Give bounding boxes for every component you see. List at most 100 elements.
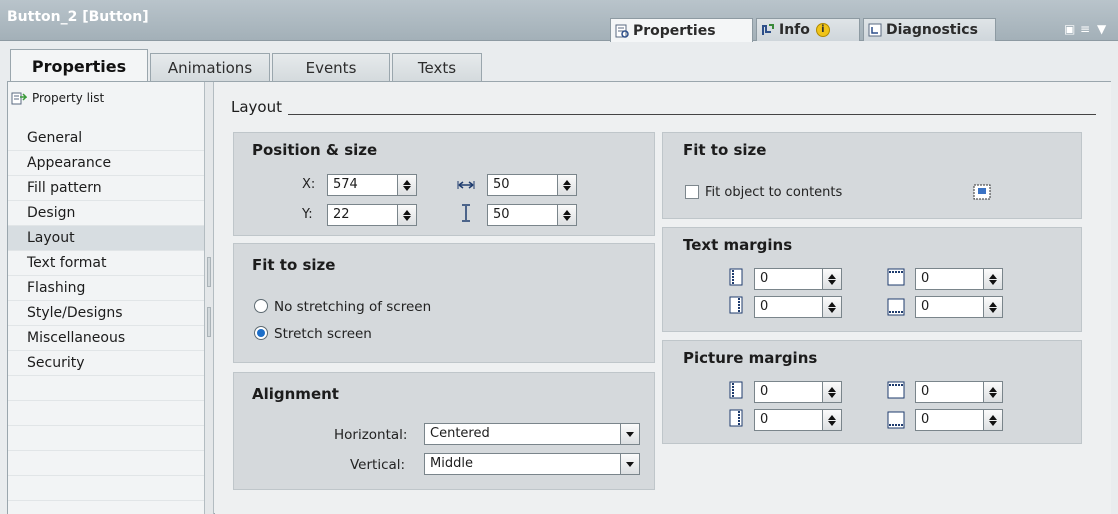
margin-left-icon [729,381,743,399]
alignment-group: Alignment Horizontal: Centered Vertical:… [233,372,655,490]
nav-item-text-format[interactable]: Text format [8,251,204,276]
margin-top-icon [887,381,905,399]
vertical-value: Middle [430,456,473,471]
picture-margin-top-value: 0 [921,384,930,399]
info-badge-icon: i [815,23,830,37]
menu-icon[interactable]: ≡ [1080,22,1090,36]
tab-info[interactable]: Info i [756,18,860,41]
stretch-screen-radio[interactable] [254,326,268,340]
text-margin-bottom-stepper[interactable] [983,297,1002,317]
margin-left-icon [729,268,743,286]
nav-item-empty [8,426,204,451]
property-list-header[interactable]: Property list [11,91,104,105]
collapse-left-icon[interactable] [207,257,211,287]
nav-item-general[interactable]: General [8,126,204,151]
width-stepper[interactable] [557,175,576,195]
fit-to-contents-icon[interactable] [973,184,991,202]
height-input[interactable]: 50 [487,204,577,226]
alignment-title: Alignment [252,385,339,403]
property-list-nav: Property list General Appearance Fill pa… [8,82,204,514]
vertical-select[interactable]: Middle [424,453,640,475]
margin-top-icon [887,268,905,286]
x-stepper[interactable] [397,175,416,195]
tab-properties[interactable]: Properties [610,18,753,42]
fit-screen-title: Fit to size [252,256,336,274]
fit-object-group: Fit to size Fit object to contents [662,132,1082,219]
nav-item-design[interactable]: Design [8,201,204,226]
margin-bottom-icon [887,411,905,429]
nav-item-flashing[interactable]: Flashing [8,276,204,301]
tab-diagnostics[interactable]: Diagnostics [863,18,996,41]
restore-icon[interactable]: ▣ [1064,22,1075,36]
picture-margin-bottom-input[interactable]: 0 [915,409,1003,431]
property-list-label: Property list [32,91,105,105]
stretch-screen-label[interactable]: Stretch screen [274,326,372,342]
position-size-title: Position & size [252,141,378,159]
picture-margin-left-value: 0 [760,384,769,399]
vertical-label: Vertical: [350,457,406,473]
no-stretch-radio[interactable] [254,299,268,313]
nav-item-security[interactable]: Security [8,351,204,376]
picture-margin-left-input[interactable]: 0 [754,381,842,403]
picture-margin-top-stepper[interactable] [983,382,1002,402]
width-value: 50 [493,177,510,192]
diagnostics-icon [868,23,882,37]
width-input[interactable]: 50 [487,174,577,196]
nav-item-fill-pattern[interactable]: Fill pattern [8,176,204,201]
panel-splitter[interactable] [204,82,214,514]
text-margin-left-input[interactable]: 0 [754,268,842,290]
picture-margin-left-stepper[interactable] [822,382,841,402]
x-value: 574 [333,177,358,192]
text-margin-left-stepper[interactable] [822,269,841,289]
text-margin-bottom-input[interactable]: 0 [915,296,1003,318]
nav-item-empty [8,401,204,426]
subtab-animations[interactable]: Animations [150,53,270,81]
x-label: X: [302,177,316,192]
width-icon [457,176,475,194]
fit-object-label[interactable]: Fit object to contents [705,185,842,200]
chevron-down-icon[interactable] [620,454,639,474]
nav-item-layout[interactable]: Layout [8,226,204,251]
window-title: Button_2 [Button] [7,9,149,25]
y-stepper[interactable] [397,205,416,225]
picture-margin-bottom-stepper[interactable] [983,410,1002,430]
nav-items: General Appearance Fill pattern Design L… [8,126,204,501]
text-margin-right-stepper[interactable] [822,297,841,317]
nav-item-miscellaneous[interactable]: Miscellaneous [8,326,204,351]
info-icon [761,23,775,37]
nav-item-style-designs[interactable]: Style/Designs [8,301,204,326]
subtab-properties[interactable]: Properties [10,49,148,82]
no-stretch-label[interactable]: No stretching of screen [274,299,431,315]
subtab-texts[interactable]: Texts [392,53,482,81]
margin-bottom-icon [887,298,905,316]
nav-item-empty [8,476,204,501]
subtab-events[interactable]: Events [272,53,390,81]
text-margin-top-input[interactable]: 0 [915,268,1003,290]
section-divider [288,114,1096,115]
height-value: 50 [493,207,510,222]
picture-margin-top-input[interactable]: 0 [915,381,1003,403]
x-input[interactable]: 574 [327,174,417,196]
section-title: Layout [231,98,282,116]
fit-object-title: Fit to size [683,141,767,159]
text-margin-top-stepper[interactable] [983,269,1002,289]
picture-margin-right-input[interactable]: 0 [754,409,842,431]
height-stepper[interactable] [557,205,576,225]
picture-margin-bottom-value: 0 [921,412,930,427]
text-margins-title: Text margins [683,236,793,254]
margin-right-icon [729,296,743,314]
picture-margins-title: Picture margins [683,349,818,367]
y-input[interactable]: 22 [327,204,417,226]
nav-item-appearance[interactable]: Appearance [8,151,204,176]
layout-panel: Layout Position & size X: 574 Y: 22 50 5… [215,82,1111,514]
chevron-down-icon[interactable] [620,424,639,444]
dropdown-arrow-icon[interactable]: ▼ [1097,22,1106,36]
margin-right-icon [729,409,743,427]
position-size-group: Position & size X: 574 Y: 22 50 50 [233,132,655,236]
expand-right-icon[interactable] [207,307,211,337]
picture-margin-right-stepper[interactable] [822,410,841,430]
text-margin-right-value: 0 [760,299,769,314]
fit-object-checkbox[interactable] [685,185,699,199]
horizontal-select[interactable]: Centered [424,423,640,445]
text-margin-right-input[interactable]: 0 [754,296,842,318]
